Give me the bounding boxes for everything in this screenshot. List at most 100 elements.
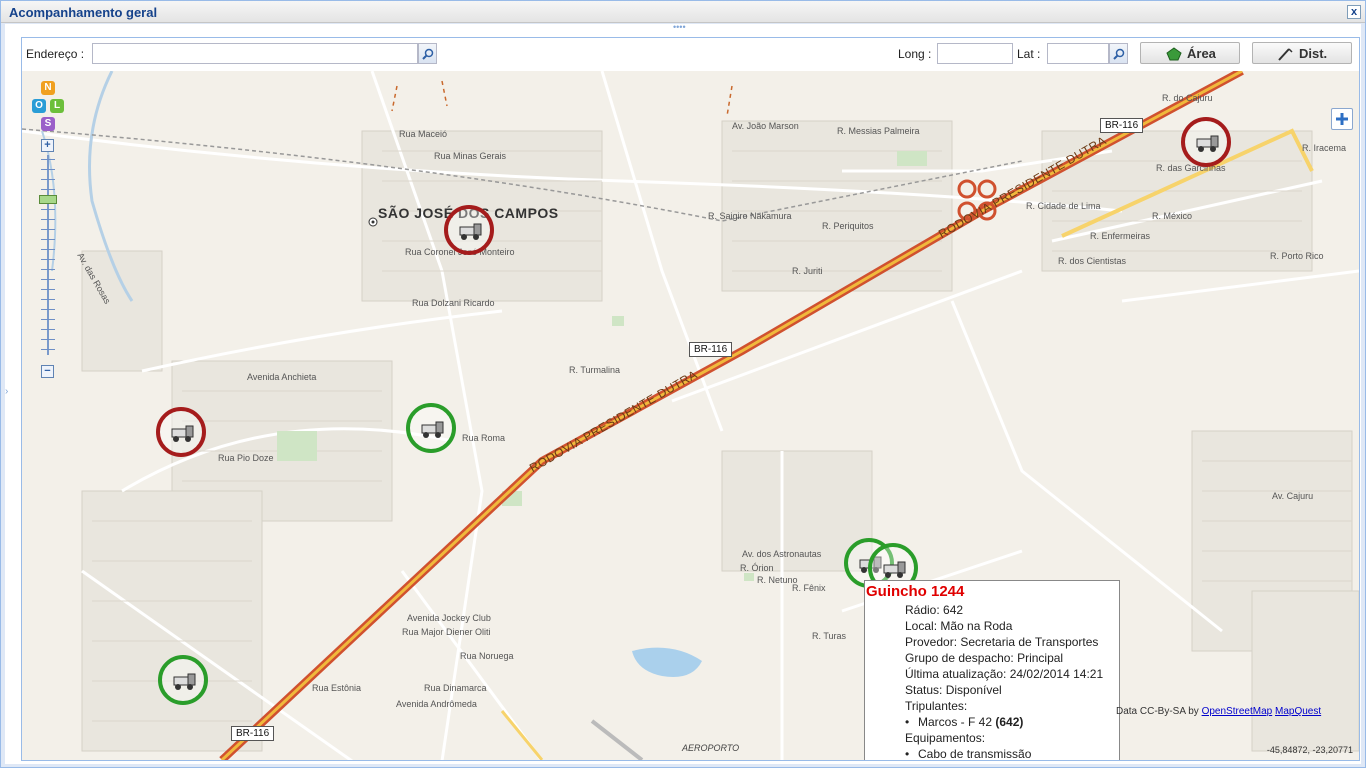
street-label: Rua Minas Gerais (434, 151, 507, 161)
tow-truck-icon (883, 561, 906, 578)
map-nav-control: N O L S + − (32, 81, 64, 381)
area-icon (1166, 47, 1182, 61)
tracking-window: Acompanhamento geral x •••• › Endereço :… (0, 0, 1366, 768)
pan-west-button[interactable]: O (32, 99, 46, 113)
street-label: R. Juriti (792, 266, 823, 276)
popup-title: Guincho 1244 (866, 583, 965, 600)
vehicle-marker-red[interactable] (156, 407, 206, 457)
vehicle-marker-green[interactable] (406, 403, 456, 453)
street-label: R. Iracema (1302, 143, 1347, 153)
plus-icon (1336, 113, 1348, 125)
search-icon (422, 48, 434, 60)
window-titlebar[interactable]: Acompanhamento geral x (1, 1, 1365, 23)
street-label: Rua Major Diener Oliti (402, 627, 491, 637)
zoom-in-button[interactable]: + (41, 139, 54, 152)
tow-truck-icon (1196, 135, 1219, 152)
mouse-coordinates: -45,84872, -23,20771 (1266, 745, 1353, 755)
zoom-out-button[interactable]: − (41, 365, 54, 378)
street-label: R. Messias Palmeira (837, 126, 920, 136)
airport-label: AEROPORTO (682, 743, 740, 753)
street-label: R. Periquitos (822, 221, 874, 231)
popup-equipment-list: Cabo de transmissão (905, 747, 1031, 760)
window-title: Acompanhamento geral (9, 5, 158, 20)
zoom-slider-track[interactable] (47, 155, 49, 355)
street-label: R. Fênix (792, 583, 826, 593)
street-label: R. Enfermeiras (1090, 231, 1151, 241)
street-label: Av. João Marson (732, 121, 799, 131)
area-button-label: Área (1187, 46, 1216, 61)
popup-equipment-label: Equipamentos: (905, 731, 986, 745)
street-label: Avenida Andrômeda (396, 699, 477, 709)
popup-last-update: Última atualização: 24/02/2014 14:21 (905, 667, 1104, 681)
layer-switcher-button[interactable] (1331, 108, 1353, 130)
equipment-item: Cabo de transmissão (905, 747, 1031, 760)
long-input[interactable] (937, 43, 1013, 64)
mapquest-link[interactable]: MapQuest (1275, 706, 1321, 717)
street-label: R. dos Cientistas (1058, 256, 1127, 266)
map-panel: Endereço : Long : Lat : Área Dist. Rua M… (21, 37, 1360, 761)
search-icon (1113, 48, 1125, 60)
close-button[interactable]: x (1347, 5, 1361, 19)
map-base-layer (22, 71, 1359, 760)
distance-button[interactable]: Dist. (1252, 42, 1352, 64)
pan-north-button[interactable]: N (41, 81, 55, 95)
highway-shield: BR-116 (1100, 118, 1144, 133)
collapse-top-handle[interactable]: •••• (673, 22, 686, 32)
highway-shield: BR-116 (689, 342, 733, 357)
lat-label: Lat : (1017, 47, 1041, 61)
vehicle-info-popup: Guincho 1244 Rádio: 642 Local: Mão na Ro… (864, 580, 1120, 760)
popup-provider: Provedor: Secretaria de Transportes (905, 635, 1099, 649)
popup-dispatch-group: Grupo de despacho: Principal (905, 651, 1064, 665)
street-label: Rua Maceió (399, 129, 448, 139)
window-body: •••• › Endereço : Long : Lat : Área Dist… (5, 22, 1361, 764)
openstreetmap-link[interactable]: OpenStreetMap (1202, 706, 1273, 717)
street-label: R. Cidade de Lima (1026, 201, 1101, 211)
vehicle-marker-red[interactable] (1181, 117, 1231, 167)
address-input[interactable] (92, 43, 418, 64)
coord-search-button[interactable] (1109, 43, 1128, 64)
street-label: R. do Cajuru (1162, 93, 1213, 103)
distance-button-label: Dist. (1299, 46, 1328, 61)
street-label: Rua Dolzani Ricardo (412, 298, 495, 308)
street-label: R. Saigiro Nakamura (708, 211, 792, 221)
tow-truck-icon (171, 425, 194, 442)
ruler-icon (1278, 48, 1293, 61)
street-label: Av. dos Astronautas (742, 549, 822, 559)
address-search-button[interactable] (418, 43, 437, 64)
tow-truck-icon (459, 223, 482, 240)
tow-truck-icon (421, 421, 444, 438)
area-button[interactable]: Área (1140, 42, 1240, 64)
street-label: R. Turmalina (569, 365, 621, 375)
popup-status: Status: Disponível (905, 683, 1002, 697)
zoom-slider-handle[interactable] (39, 195, 57, 204)
street-label: R. Porto Rico (1270, 251, 1324, 261)
tow-truck-icon (173, 673, 196, 690)
street-label: Rua Estônia (312, 683, 362, 693)
popup-radio: Rádio: 642 (905, 603, 964, 617)
street-label: Rua Roma (462, 433, 506, 443)
street-label: R. México (1152, 211, 1193, 221)
street-label: R. Órion (740, 563, 774, 573)
highway-shield: BR-116 (231, 726, 275, 741)
street-label: Avenida Anchieta (247, 372, 317, 382)
street-label: Rua Pio Doze (218, 453, 274, 463)
map-attribution: Data CC-By-SA by OpenStreetMap MapQuest (1116, 706, 1322, 717)
street-label: Rua Noruega (460, 651, 514, 661)
vehicle-marker-green[interactable] (158, 655, 208, 705)
popup-crew-list: Marcos - F 42 (642) (905, 715, 1023, 729)
map-canvas[interactable]: Rua Maceió Rua Minas Gerais Rua Coronel … (22, 71, 1359, 760)
map-toolbar: Endereço : Long : Lat : Área Dist. (22, 38, 1359, 70)
vehicle-marker-red[interactable] (444, 205, 494, 255)
pan-east-button[interactable]: L (50, 99, 64, 113)
street-label: Avenida Jockey Club (407, 613, 491, 623)
popup-local: Local: Mão na Roda (905, 619, 1013, 633)
crew-item: Marcos - F 42 (642) (905, 715, 1023, 729)
lat-input[interactable] (1047, 43, 1109, 64)
pan-south-button[interactable]: S (41, 117, 55, 131)
long-label: Long : (898, 47, 932, 61)
street-label: Rua Dinamarca (424, 683, 487, 693)
popup-crew-label: Tripulantes: (905, 699, 968, 713)
street-label: Av. Cajuru (1272, 491, 1314, 501)
street-label: R. Turas (812, 631, 847, 641)
collapse-left-handle[interactable]: › (5, 386, 8, 397)
